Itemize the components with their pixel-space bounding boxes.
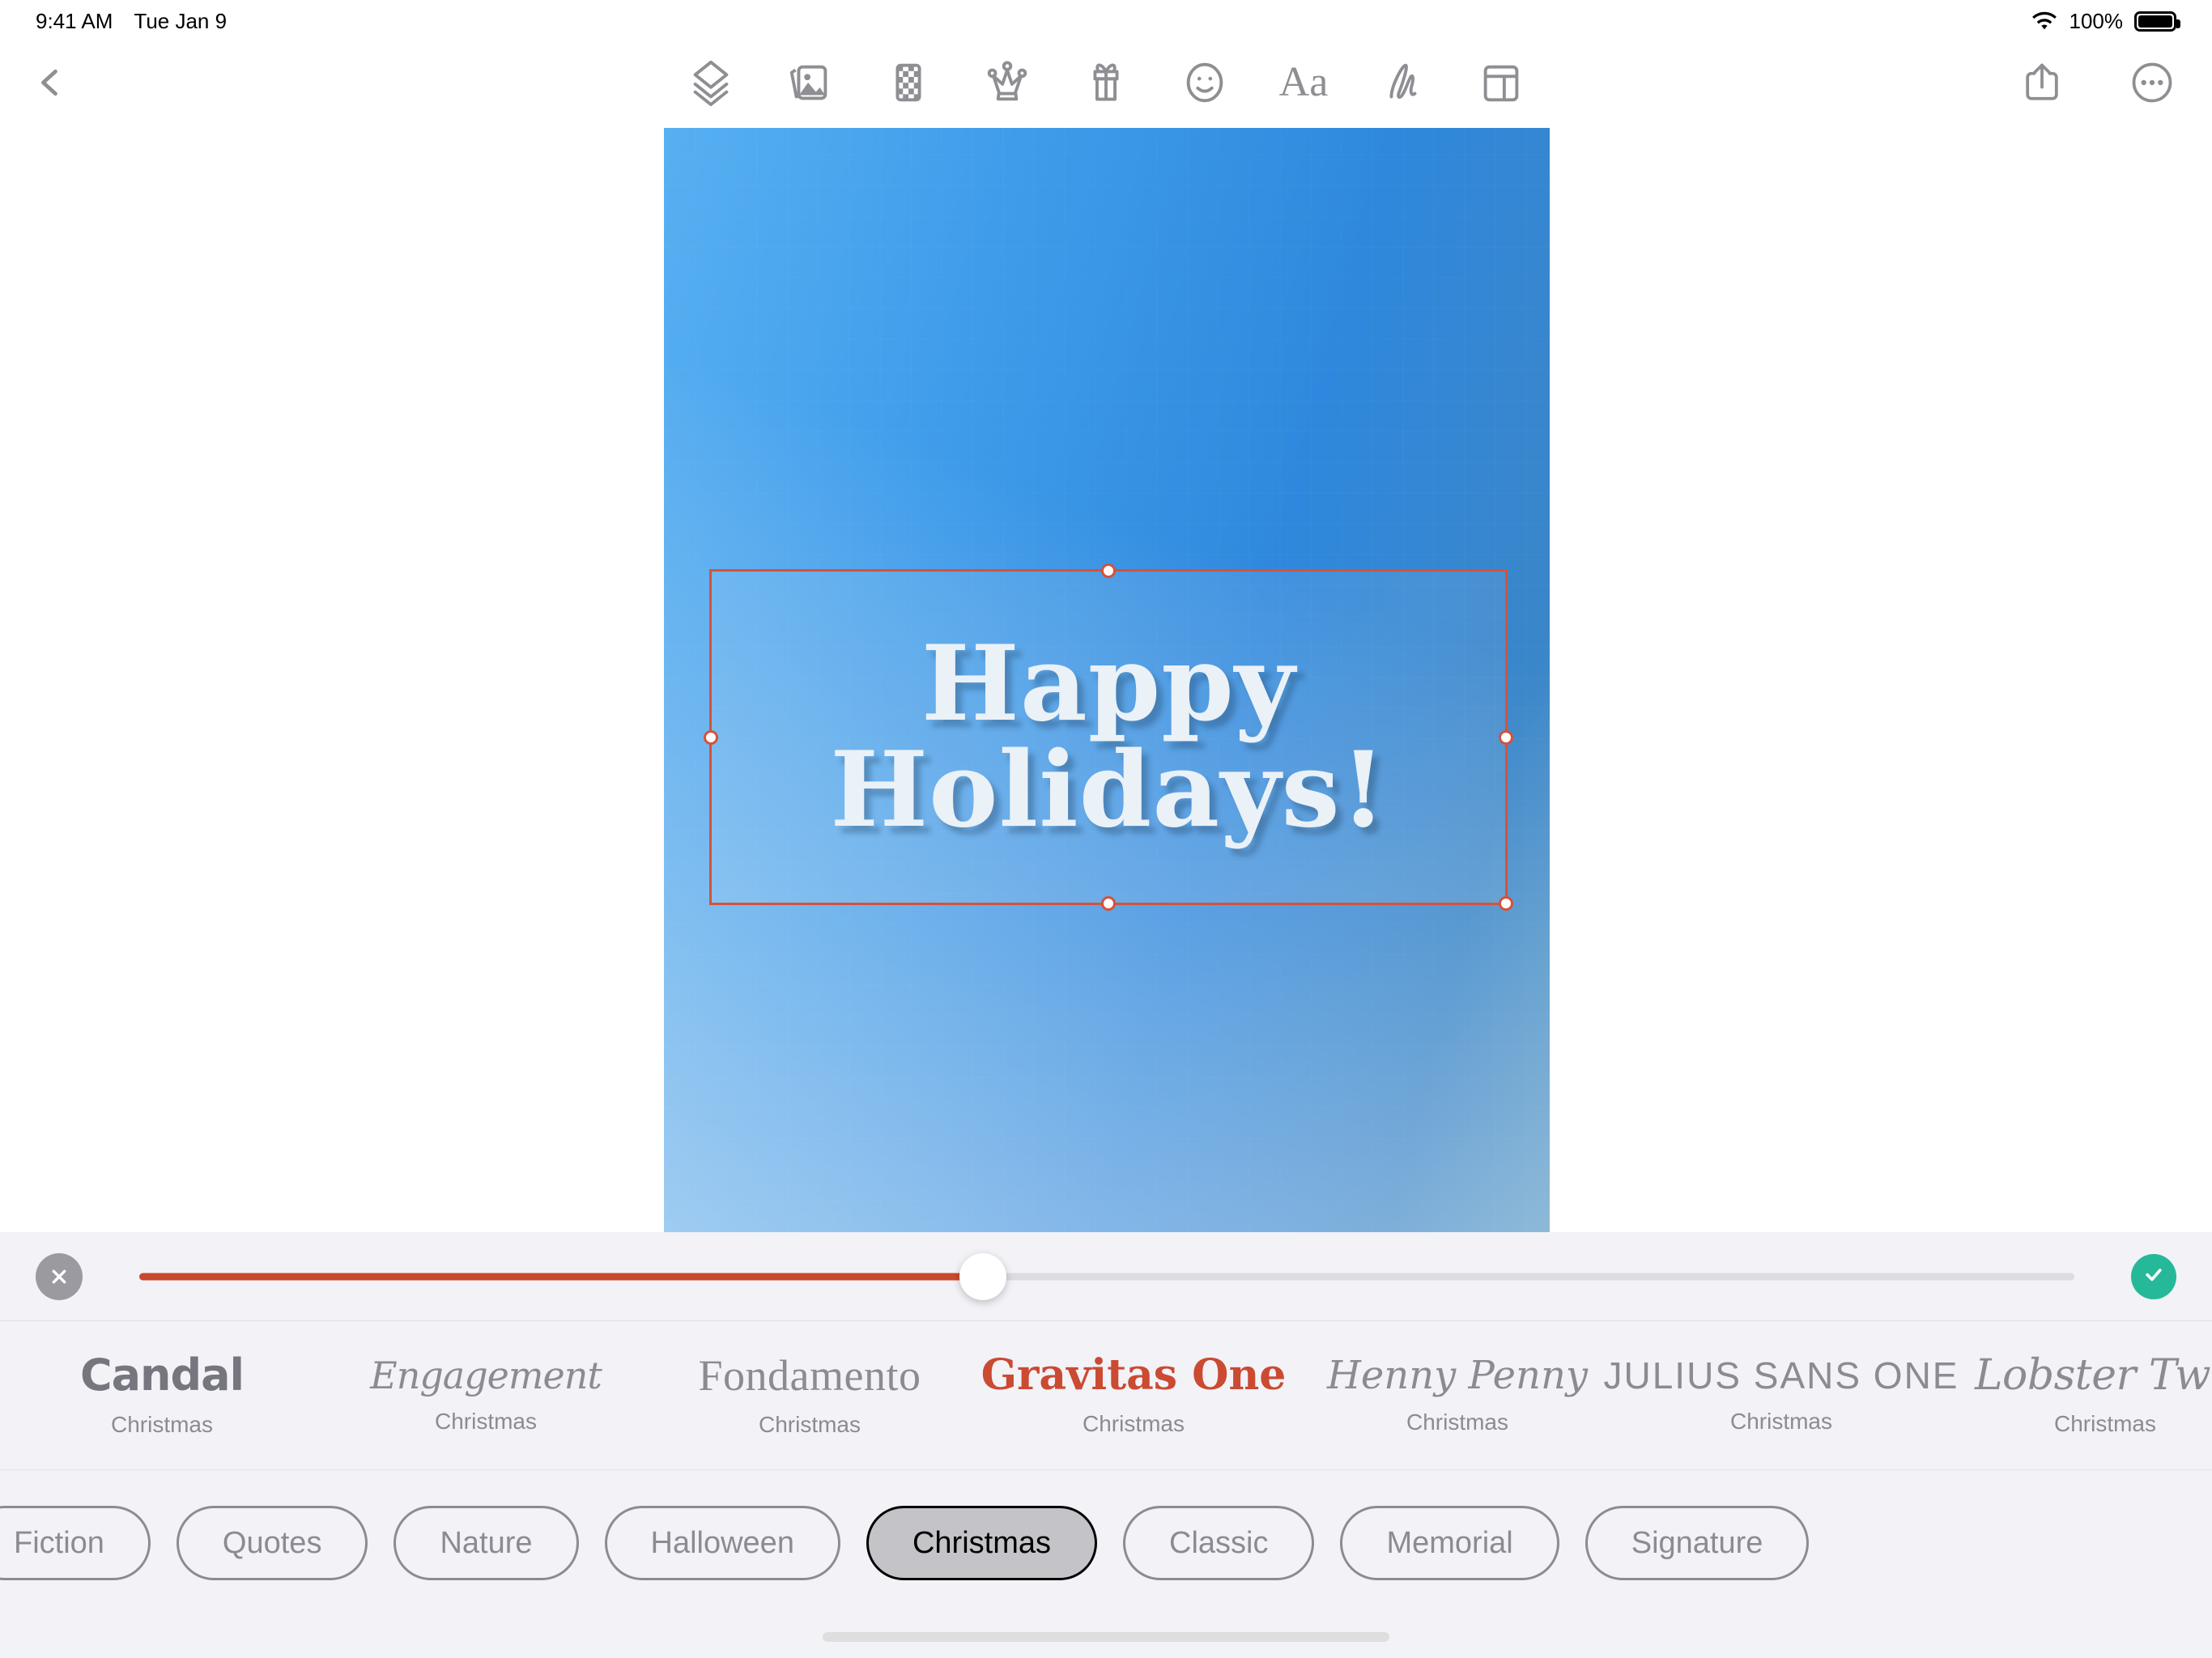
category-pill-quotes[interactable]: Quotes: [176, 1506, 368, 1580]
slider-thumb[interactable]: [959, 1252, 1007, 1300]
crown-icon[interactable]: [976, 52, 1038, 113]
category-label: Classic: [1169, 1525, 1269, 1560]
font-option-engagement[interactable]: Engagement Christmas: [324, 1321, 648, 1469]
font-option-fondamento[interactable]: Fondamento Christmas: [648, 1321, 972, 1469]
font-caption: Christmas: [758, 1411, 861, 1437]
font-option-julius-sans-one[interactable]: JULIUS SANS ONE Christmas: [1604, 1321, 1958, 1469]
selection-handle-bottom[interactable]: [1101, 896, 1116, 911]
text-tool-label: Aa: [1278, 59, 1329, 105]
font-caption: Christmas: [434, 1408, 537, 1434]
check-circle-icon: [2140, 1261, 2167, 1292]
card-text-line-2: Holidays!: [830, 729, 1387, 851]
confirm-button[interactable]: [2131, 1253, 2176, 1299]
category-pill-nature[interactable]: Nature: [393, 1506, 579, 1580]
font-option-gravitas-one[interactable]: Gravitas One Christmas: [972, 1321, 1295, 1469]
toolbar-actions: [2011, 42, 2183, 123]
status-bar-left: 9:41 AM Tue Jan 9: [36, 9, 227, 34]
font-option-lobster-two[interactable]: Lobster Two Christmas: [1943, 1321, 2212, 1469]
category-pill-fiction[interactable]: Fiction: [0, 1506, 151, 1580]
category-label: Christmas: [912, 1525, 1051, 1560]
gift-icon[interactable]: [1075, 52, 1137, 113]
font-caption: Christmas: [110, 1411, 213, 1437]
more-circle-icon[interactable]: [2121, 52, 2183, 113]
font-editor-panel: Candal Christmas Engagement Christmas Fo…: [0, 1232, 2212, 1658]
selection-handle-left[interactable]: [704, 729, 718, 745]
category-label: Fiction: [14, 1525, 104, 1560]
category-pill-memorial[interactable]: Memorial: [1340, 1506, 1559, 1580]
category-pill-classic[interactable]: Classic: [1123, 1506, 1315, 1580]
wifi-icon: [2031, 11, 2058, 32]
status-time: 9:41 AM: [36, 8, 113, 33]
selection-handle-bottom-right[interactable]: [1499, 896, 1513, 911]
selection-handle-right[interactable]: [1499, 729, 1513, 745]
top-toolbar: Aa: [0, 42, 2212, 123]
text-element-selection[interactable]: Happy Holidays!: [704, 563, 1513, 911]
font-caption: Christmas: [1082, 1410, 1185, 1436]
card-text[interactable]: Happy Holidays!: [712, 572, 1505, 903]
pattern-icon[interactable]: [878, 52, 939, 113]
toolbar-tools: Aa: [0, 42, 2212, 123]
font-caption: Christmas: [1729, 1408, 1832, 1434]
battery-percent: 100%: [2069, 8, 2124, 33]
selection-handle-top[interactable]: [1101, 563, 1116, 578]
signature-icon[interactable]: [1372, 52, 1433, 113]
photos-icon[interactable]: [779, 52, 840, 113]
close-button[interactable]: [36, 1252, 83, 1300]
slider-fill: [139, 1273, 984, 1280]
category-label: Memorial: [1386, 1525, 1513, 1560]
category-label: Nature: [440, 1525, 533, 1560]
category-label: Halloween: [650, 1525, 794, 1560]
card-text-line-1: Happy: [921, 623, 1296, 745]
canvas-area[interactable]: Happy Holidays!: [0, 123, 2212, 1232]
font-sample: JULIUS SANS ONE: [1603, 1354, 1959, 1397]
battery-full-icon: [2134, 11, 2180, 32]
font-option-henny-penny[interactable]: Henny Penny Christmas: [1295, 1321, 1619, 1469]
font-sample: Engagement: [370, 1353, 602, 1397]
category-pill-christmas[interactable]: Christmas: [866, 1506, 1097, 1580]
slider-row: [0, 1232, 2212, 1321]
status-bar-right: 100%: [2031, 8, 2180, 34]
font-caption: Christmas: [1406, 1409, 1508, 1435]
category-label: Quotes: [222, 1525, 322, 1560]
font-caption: Christmas: [2053, 1410, 2156, 1436]
font-sample-selected: Gravitas One: [981, 1350, 1287, 1400]
font-size-slider[interactable]: [139, 1252, 2074, 1300]
status-date: Tue Jan 9: [134, 8, 228, 33]
font-sample: Lobster Two: [1974, 1350, 2212, 1400]
category-list[interactable]: Fiction Quotes Nature Halloween Christma…: [0, 1470, 2212, 1616]
layers-icon[interactable]: [680, 52, 742, 113]
layout-icon[interactable]: [1470, 52, 1532, 113]
text-icon[interactable]: Aa: [1273, 52, 1334, 113]
close-x-icon: [46, 1264, 72, 1290]
font-sample: Fondamento: [698, 1350, 921, 1400]
home-indicator[interactable]: [823, 1632, 1389, 1642]
home-indicator-row: [0, 1616, 2212, 1658]
font-sample: Candal: [79, 1349, 245, 1401]
card-canvas[interactable]: Happy Holidays!: [664, 128, 1550, 1232]
category-pill-halloween[interactable]: Halloween: [604, 1506, 840, 1580]
category-label: Signature: [1631, 1525, 1763, 1560]
font-option-candal[interactable]: Candal Christmas: [0, 1321, 324, 1469]
share-icon[interactable]: [2011, 52, 2073, 113]
category-pill-signature[interactable]: Signature: [1585, 1506, 1810, 1580]
font-list[interactable]: Candal Christmas Engagement Christmas Fo…: [0, 1321, 2212, 1470]
status-bar: 9:41 AM Tue Jan 9 100%: [0, 0, 2212, 42]
smiley-icon[interactable]: [1174, 52, 1236, 113]
font-sample: Henny Penny: [1327, 1352, 1588, 1398]
